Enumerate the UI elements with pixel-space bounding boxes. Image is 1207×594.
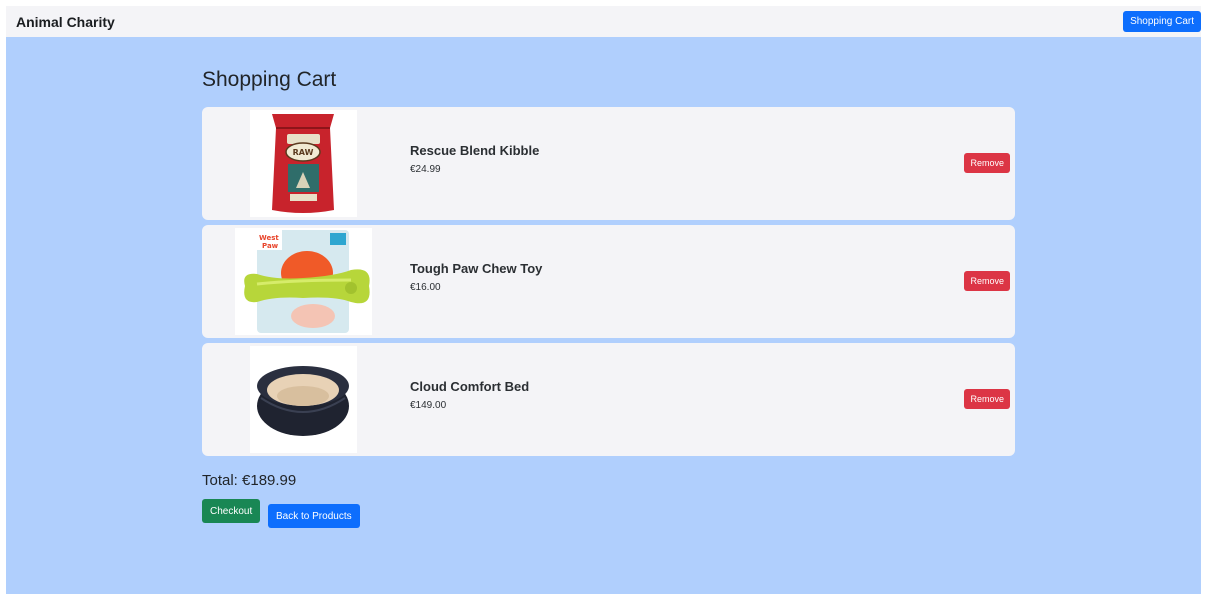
- page-title: Shopping Cart: [202, 68, 337, 91]
- kibble-bag-image: RAW: [250, 110, 357, 217]
- navbar: Animal Charity Shopping Cart: [6, 6, 1201, 37]
- shopping-cart-button[interactable]: Shopping Cart: [1123, 11, 1201, 32]
- back-to-products-button[interactable]: Back to Products: [268, 504, 360, 528]
- item-price: €149.00: [410, 400, 447, 411]
- pet-bed-image: [250, 346, 357, 453]
- item-price: €16.00: [410, 282, 441, 293]
- remove-button[interactable]: Remove: [964, 271, 1010, 291]
- cart-item: RAW Rescue Blend Kibble €24.99 Remove: [202, 107, 1015, 220]
- svg-text:RAW: RAW: [293, 148, 314, 157]
- chew-toy-image: West Paw: [235, 228, 372, 335]
- cart-item: Cloud Comfort Bed €149.00 Remove: [202, 343, 1015, 456]
- cart-total: Total: €189.99: [202, 472, 297, 489]
- remove-button[interactable]: Remove: [964, 389, 1010, 409]
- checkout-button[interactable]: Checkout: [202, 499, 261, 523]
- kibble-bag-icon: RAW: [272, 114, 334, 213]
- app-frame: Animal Charity Shopping Cart Shopping Ca…: [6, 6, 1201, 594]
- svg-text:Paw: Paw: [262, 242, 279, 250]
- brand-logo-text[interactable]: Animal Charity: [16, 14, 115, 30]
- item-price: €24.99: [410, 164, 441, 175]
- pet-bed-icon: [257, 366, 349, 436]
- item-name: Cloud Comfort Bed: [410, 379, 530, 394]
- item-name: Rescue Blend Kibble: [410, 143, 540, 158]
- remove-button[interactable]: Remove: [964, 153, 1010, 173]
- cart-list: RAW Rescue Blend Kibble €24.99 Remove We…: [202, 107, 1015, 461]
- chew-toy-icon: West Paw: [244, 230, 370, 333]
- svg-text:West: West: [259, 234, 279, 242]
- item-name: Tough Paw Chew Toy: [410, 261, 543, 276]
- cart-item: West Paw Tough Paw Chew Toy €16.00 Remov…: [202, 225, 1015, 338]
